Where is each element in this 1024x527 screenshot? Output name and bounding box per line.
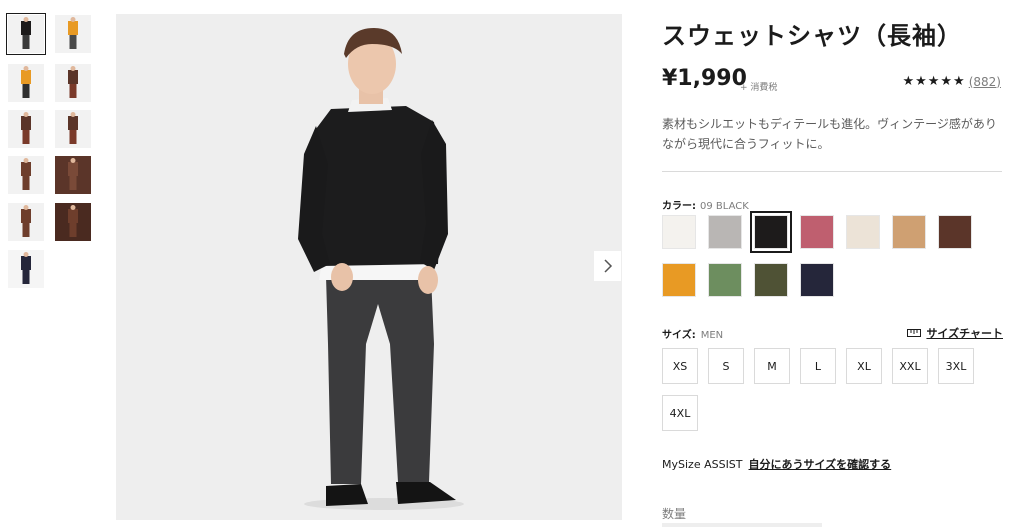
thumbnail-orange-model[interactable]: [8, 64, 44, 102]
color-swatch-off-white[interactable]: [662, 215, 696, 249]
model-figure: [298, 28, 464, 510]
color-swatch-navy[interactable]: [800, 263, 834, 297]
rating-stars-icon: ★★★★★: [902, 74, 966, 89]
size-option-4xl[interactable]: 4XL: [662, 395, 698, 431]
size-category: MEN: [700, 330, 724, 341]
color-swatches: [662, 211, 982, 305]
mysize-label: MySize ASSIST: [662, 458, 743, 471]
ruler-icon: [907, 329, 922, 337]
thumbnail-brown-flat[interactable]: [8, 203, 44, 241]
selected-color: 09 BLACK: [700, 201, 749, 212]
mysize-assist: MySize ASSIST 自分にあうサイズを確認する: [662, 456, 891, 472]
color-swatch-olive[interactable]: [754, 263, 788, 297]
size-option-xl[interactable]: XL: [846, 348, 882, 384]
thumbnail-brown-closeup[interactable]: [8, 156, 44, 194]
thumbnail-orange-front[interactable]: [55, 15, 91, 53]
thumbnail-navy-detail[interactable]: [8, 250, 44, 288]
color-swatch-orange[interactable]: [662, 263, 696, 297]
color-swatch-brown[interactable]: [938, 215, 972, 249]
color-swatch-gray[interactable]: [708, 215, 742, 249]
size-option-3xl[interactable]: 3XL: [938, 348, 974, 384]
color-swatch-pink[interactable]: [800, 215, 834, 249]
thumbnail-brown-sleeve[interactable]: [55, 156, 91, 194]
thumbnail-brown-model-2[interactable]: [8, 110, 44, 148]
thumbnail-brown-model-3[interactable]: [55, 110, 91, 148]
review-count-link[interactable]: (882): [969, 75, 1001, 89]
mysize-link[interactable]: 自分にあうサイズを確認する: [749, 458, 892, 471]
size-option-xs[interactable]: XS: [662, 348, 698, 384]
product-description: 素材もシルエットもディテールも進化。ヴィンテージ感がありながら現代に合うフィット…: [662, 117, 997, 151]
size-options: XS S M L XL XXL 3XL 4XL: [662, 348, 982, 438]
size-option-l[interactable]: L: [800, 348, 836, 384]
color-swatch-natural[interactable]: [846, 215, 880, 249]
next-image-button[interactable]: [594, 251, 621, 281]
thumbnail-black-front[interactable]: [6, 13, 46, 55]
color-swatch-green[interactable]: [708, 263, 742, 297]
size-option-s[interactable]: S: [708, 348, 744, 384]
size-label: サイズ: MEN: [662, 326, 723, 341]
thumbnail-brown-fabric[interactable]: [55, 203, 91, 241]
size-chart-label: サイズチャート: [926, 327, 1003, 340]
color-swatch-black[interactable]: [750, 211, 792, 253]
color-swatch-beige[interactable]: [892, 215, 926, 249]
product-price: ¥1,990: [662, 66, 747, 91]
chevron-right-icon: [603, 259, 612, 273]
product-title: スウェットシャツ（長袖）: [662, 22, 962, 50]
size-label-text: サイズ:: [662, 330, 696, 341]
quantity-selector[interactable]: [662, 523, 822, 527]
main-product-image: [116, 14, 622, 520]
divider: [662, 171, 1002, 172]
color-label: カラー: 09 BLACK: [662, 197, 749, 212]
size-option-xxl[interactable]: XXL: [892, 348, 928, 384]
size-option-m[interactable]: M: [754, 348, 790, 384]
size-chart-link[interactable]: サイズチャート: [907, 325, 1003, 341]
quantity-label: 数量: [662, 507, 687, 521]
rating: ★★★★★ (882): [902, 74, 1001, 89]
thumbnail-brown-model[interactable]: [55, 64, 91, 102]
tax-note: + 消費税: [740, 83, 778, 93]
color-label-text: カラー:: [662, 201, 696, 212]
